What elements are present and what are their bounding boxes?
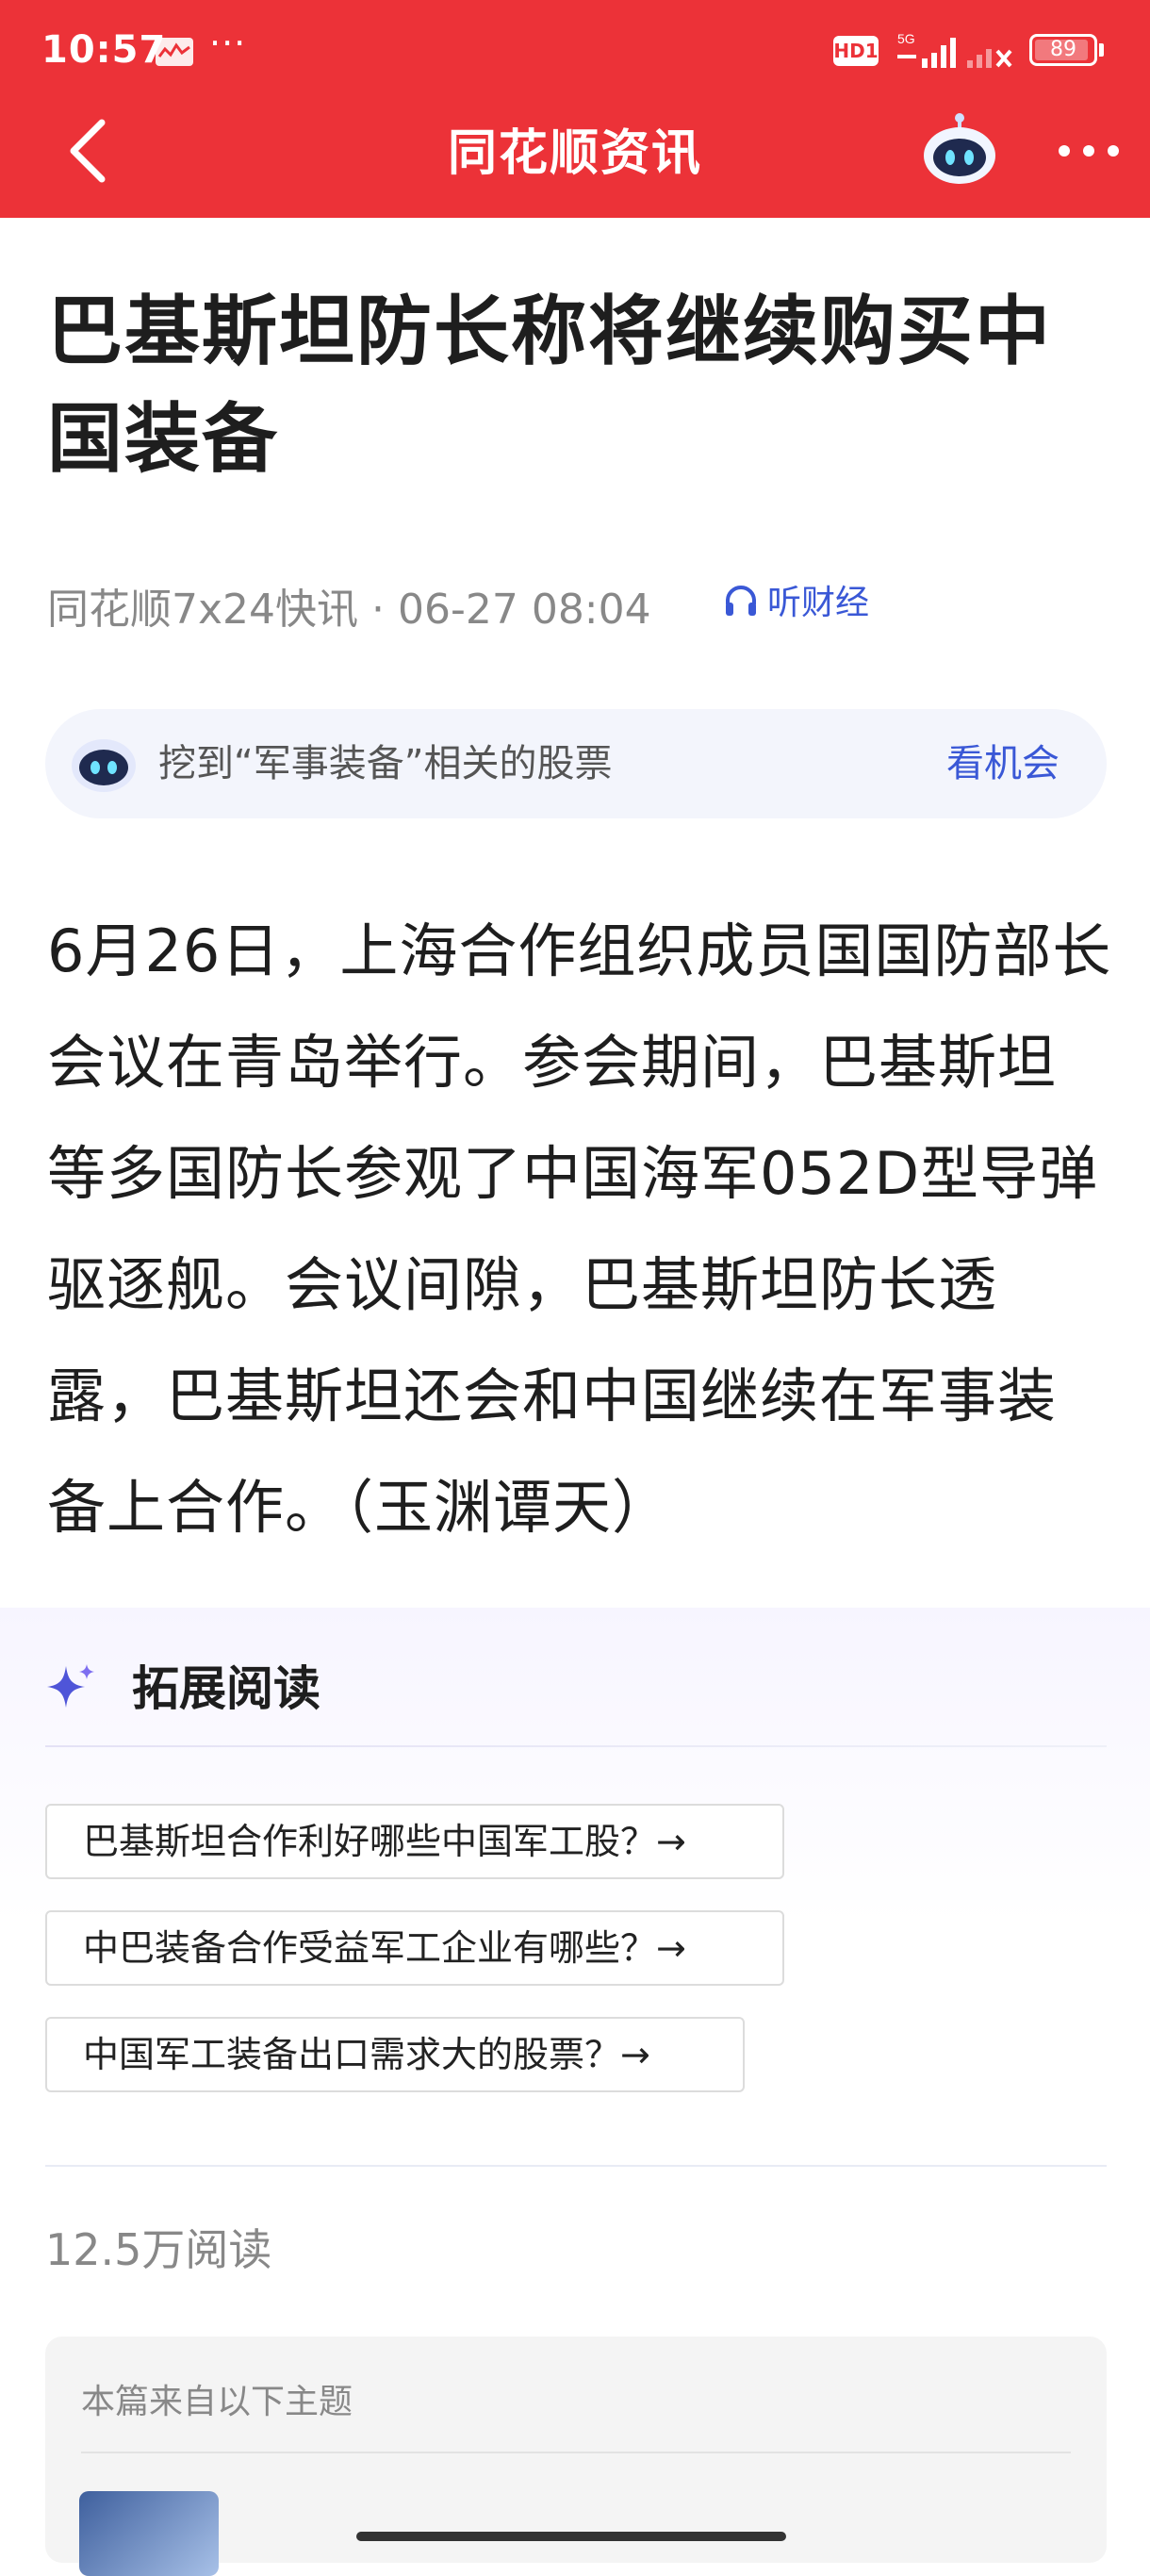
extended-reading-title: 拓展阅读 bbox=[132, 1661, 320, 1716]
article-body: 6月26日，上海合作组织成员国国防部长会议在青岛举行。参会期间，巴基斯坦等多国防… bbox=[47, 916, 1112, 1542]
article-title: 巴基斯坦防长称将继续购买中国装备 bbox=[47, 288, 1052, 483]
headphones-icon bbox=[726, 586, 756, 616]
topic-thumbnail[interactable] bbox=[79, 2491, 219, 2576]
listen-button[interactable]: 听财经 bbox=[722, 575, 869, 624]
status-time: 10:57 bbox=[41, 28, 167, 72]
nav-title: 同花顺资讯 bbox=[447, 125, 702, 182]
topic-label: 本篇来自以下主题 bbox=[81, 2383, 353, 2421]
suggested-question[interactable]: 中国军工装备出口需求大的股票？→ bbox=[45, 2017, 745, 2092]
topic-divider bbox=[81, 2452, 1071, 2453]
topic-card[interactable]: 本篇来自以下主题 bbox=[45, 2337, 1107, 2576]
article-source-time: 同花顺7x24快讯 · 06-27 08:04 bbox=[47, 586, 651, 634]
app-header: 10:57 ··· HD1 5G 89 同花顺资讯 bbox=[0, 0, 1150, 218]
suggested-question[interactable]: 中巴装备合作受益军工企业有哪些？→ bbox=[45, 1910, 784, 1986]
svg-text:5G: 5G bbox=[897, 31, 915, 46]
section-divider bbox=[45, 1745, 1107, 1747]
status-bar: 10:57 ··· HD1 5G 89 bbox=[0, 0, 1150, 104]
read-count: 12.5万阅读 bbox=[45, 2224, 272, 2275]
robot-icon bbox=[72, 739, 136, 792]
signal-icon: 5G bbox=[897, 31, 956, 68]
home-indicator[interactable] bbox=[356, 2532, 786, 2541]
robot-icon[interactable] bbox=[919, 108, 1000, 190]
listen-label: 听财经 bbox=[767, 584, 870, 622]
battery-cap bbox=[1099, 43, 1104, 57]
app-notification-icon bbox=[156, 38, 193, 66]
suggested-question[interactable]: 巴基斯坦合作利好哪些中国军工股？→ bbox=[45, 1804, 784, 1879]
ai-stock-bar[interactable]: 挖到“军事装备”相关的股票 看机会 bbox=[45, 709, 1107, 818]
signal-icon-secondary bbox=[967, 49, 1012, 68]
hd-badge: HD1 bbox=[833, 36, 879, 66]
sparkle-icon bbox=[47, 1664, 94, 1708]
ai-bar-action[interactable]: 看机会 bbox=[946, 739, 1060, 788]
more-icon[interactable] bbox=[1051, 137, 1126, 165]
status-more-icon: ··· bbox=[209, 23, 247, 64]
section-divider bbox=[45, 2165, 1107, 2167]
extended-reading-section: 拓展阅读 巴基斯坦合作利好哪些中国军工股？→ 中巴装备合作受益军工企业有哪些？→… bbox=[0, 1608, 1150, 2136]
back-arrow-icon[interactable] bbox=[57, 113, 123, 189]
battery-icon: 89 bbox=[1029, 34, 1097, 66]
ai-bar-text: 挖到“军事装备”相关的股票 bbox=[158, 742, 613, 785]
